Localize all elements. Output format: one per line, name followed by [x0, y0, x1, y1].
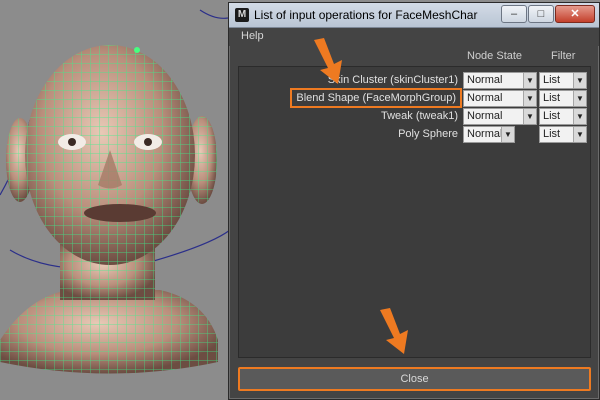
node-state-dropdown[interactable]: Normal ▼ [463, 108, 537, 125]
node-state-dropdown[interactable]: Normal ▼ [463, 90, 537, 107]
chevron-down-icon: ▼ [523, 91, 536, 106]
node-state-dropdown[interactable]: Normal ▼ [463, 72, 537, 89]
menu-bar: Help [229, 28, 599, 46]
filter-dropdown[interactable]: List ▼ [539, 108, 587, 125]
filter-value: List [543, 128, 561, 140]
close-button[interactable]: Close [238, 367, 591, 391]
maya-icon: M [235, 8, 249, 22]
filter-dropdown[interactable]: List ▼ [539, 126, 587, 143]
filter-dropdown[interactable]: List ▼ [539, 90, 587, 107]
maximize-button[interactable]: □ [528, 5, 554, 23]
operation-label-highlighted: Blend Shape (FaceMorphGroup) [290, 88, 462, 108]
node-state-value: Normal [467, 74, 503, 86]
chevron-down-icon: ▼ [573, 127, 586, 142]
node-state-value: Normal [467, 110, 503, 122]
node-state-header: Node State [467, 50, 523, 62]
chevron-down-icon: ▼ [523, 109, 536, 124]
operation-label: Poly Sphere [398, 128, 458, 140]
operation-row: Blend Shape (FaceMorphGroup) Normal ▼ Li… [239, 88, 590, 108]
filter-value: List [543, 74, 561, 86]
filter-header: Filter [551, 50, 576, 62]
filter-dropdown[interactable]: List ▼ [539, 72, 587, 89]
operation-row: Poly Sphere Normal ▼ List ▼ [239, 126, 590, 144]
chevron-down-icon: ▼ [523, 73, 536, 88]
window-title: List of input operations for FaceMeshCha… [254, 8, 478, 22]
title-bar[interactable]: M List of input operations for FaceMeshC… [229, 3, 599, 28]
filter-value: List [543, 110, 561, 122]
column-headers: Node State Filter [229, 50, 599, 66]
chevron-down-icon: ▼ [573, 91, 586, 106]
chevron-down-icon: ▼ [501, 127, 514, 142]
operation-row: Tweak (tweak1) Normal ▼ List ▼ [239, 108, 590, 126]
arrow-annotation-icon [314, 38, 342, 84]
node-state-dropdown[interactable]: Normal ▼ [463, 126, 515, 143]
node-state-value: Normal [467, 128, 503, 140]
chevron-down-icon: ▼ [573, 109, 586, 124]
operation-label: Tweak (tweak1) [380, 110, 458, 122]
menu-help[interactable]: Help [241, 30, 264, 42]
close-window-button[interactable]: ✕ [555, 5, 595, 23]
input-operations-window: M List of input operations for FaceMeshC… [228, 2, 600, 400]
filter-value: List [543, 92, 561, 104]
node-state-value: Normal [467, 92, 503, 104]
minimize-button[interactable]: – [501, 5, 527, 23]
chevron-down-icon: ▼ [573, 73, 586, 88]
operations-list: Skin Cluster (skinCluster1) Normal ▼ Lis… [238, 66, 591, 358]
arrow-annotation-icon [380, 308, 408, 354]
